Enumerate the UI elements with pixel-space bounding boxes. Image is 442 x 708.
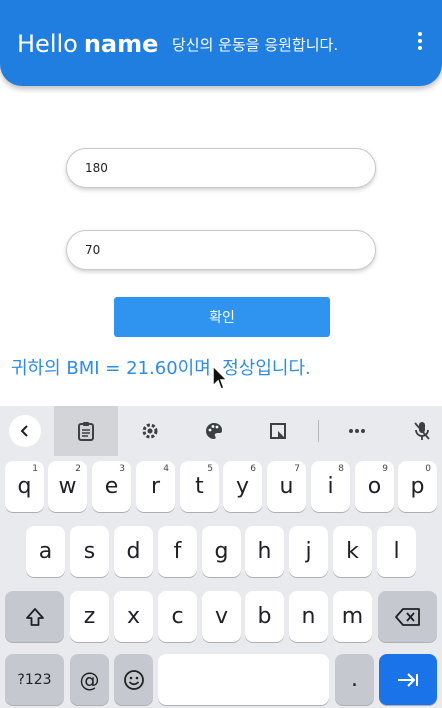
screenshot-edit-icon[interactable]: [261, 414, 295, 448]
key-l[interactable]: l: [377, 526, 416, 577]
key-k[interactable]: k: [333, 526, 372, 577]
backspace-icon: [394, 607, 420, 626]
keyboard-toolbar: [0, 406, 442, 456]
key-t[interactable]: t5: [180, 461, 219, 512]
key-m[interactable]: m: [333, 591, 372, 642]
key-u[interactable]: u7: [267, 461, 306, 512]
key-d[interactable]: d: [114, 526, 153, 577]
soft-keyboard: q1 w2 e3 r4 t5 y6 u7 i8 o9 p0 a s d f g …: [0, 406, 442, 708]
key-e[interactable]: e3: [92, 461, 131, 512]
app-title-hello: Hello: [17, 30, 78, 58]
symbols-key[interactable]: ?123: [5, 654, 64, 705]
emoji-key[interactable]: [114, 654, 153, 705]
enter-key[interactable]: [379, 654, 437, 705]
emoji-icon: [123, 669, 144, 690]
shift-icon: [25, 607, 44, 626]
shift-key[interactable]: [5, 591, 64, 642]
key-g[interactable]: g: [202, 526, 241, 577]
app-bar: Hello name 당신의 운동을 응원합니다.: [0, 0, 442, 86]
confirm-button[interactable]: 확인: [114, 297, 330, 337]
app-title-name: name: [83, 30, 159, 58]
key-period[interactable]: .: [335, 654, 374, 705]
key-v[interactable]: v: [202, 591, 241, 642]
toolbar-divider: [318, 420, 319, 442]
mouse-cursor-icon: [212, 364, 229, 390]
key-p[interactable]: p0: [398, 461, 437, 512]
key-o[interactable]: o9: [355, 461, 394, 512]
app-subtitle: 당신의 운동을 응원합니다.: [172, 36, 339, 54]
more-vert-icon[interactable]: [410, 30, 430, 54]
key-i[interactable]: i8: [311, 461, 350, 512]
mic-off-icon[interactable]: [405, 414, 439, 448]
key-a[interactable]: a: [26, 526, 65, 577]
back-icon[interactable]: [9, 415, 41, 447]
key-y[interactable]: y6: [223, 461, 262, 512]
space-key[interactable]: [158, 654, 329, 705]
key-q[interactable]: q1: [5, 461, 44, 512]
key-c[interactable]: c: [158, 591, 197, 642]
app-title: Hello name: [17, 28, 158, 60]
height-input[interactable]: [66, 148, 376, 188]
key-z[interactable]: z: [70, 591, 109, 642]
key-x[interactable]: x: [114, 591, 153, 642]
weight-input[interactable]: [66, 230, 376, 270]
key-j[interactable]: j: [289, 526, 328, 577]
more-horiz-icon[interactable]: [340, 414, 374, 448]
key-h[interactable]: h: [245, 526, 284, 577]
key-b[interactable]: b: [245, 591, 284, 642]
key-f[interactable]: f: [158, 526, 197, 577]
enter-next-icon: [398, 672, 418, 687]
bmi-result-text: 귀하의 BMI = 21.60이며, 정상입니다.: [11, 358, 311, 379]
backspace-key[interactable]: [378, 591, 437, 642]
key-s[interactable]: s: [70, 526, 109, 577]
key-w[interactable]: w2: [48, 461, 87, 512]
palette-icon[interactable]: [197, 414, 231, 448]
key-n[interactable]: n: [289, 591, 328, 642]
key-r[interactable]: r4: [136, 461, 175, 512]
key-at[interactable]: @: [70, 654, 109, 705]
clipboard-icon[interactable]: [54, 406, 118, 456]
settings-icon[interactable]: [133, 414, 167, 448]
